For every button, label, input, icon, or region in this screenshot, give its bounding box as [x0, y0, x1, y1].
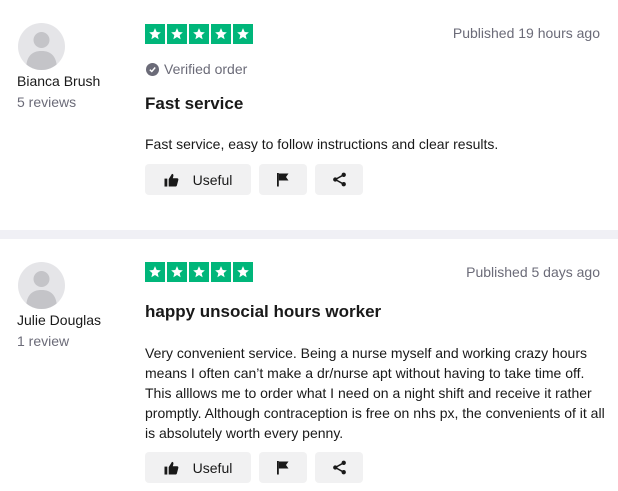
- review-body: Very convenient service. Being a nurse m…: [145, 345, 605, 441]
- avatar-silhouette-icon: [26, 271, 57, 309]
- review-title[interactable]: Fast service: [145, 94, 243, 114]
- share-icon: [332, 172, 346, 187]
- star-icon: [167, 262, 187, 282]
- star-rating: [145, 24, 253, 44]
- avatar[interactable]: [18, 23, 65, 70]
- useful-label: Useful: [192, 171, 233, 188]
- flag-icon: [277, 461, 289, 475]
- star-icon: [211, 262, 231, 282]
- star-icon: [145, 262, 165, 282]
- thumbs-up-icon: [164, 461, 179, 475]
- thumbs-up-icon: [164, 173, 179, 187]
- star-icon: [189, 24, 209, 44]
- reviewer-name[interactable]: Bianca Brush: [17, 73, 100, 89]
- verified-label: Verified order: [164, 61, 248, 77]
- useful-button[interactable]: Useful: [145, 164, 251, 195]
- review-body: Fast service, easy to follow instruction…: [145, 136, 499, 152]
- review-actions: Useful: [145, 452, 363, 483]
- star-icon: [167, 24, 187, 44]
- reviewer-review-count: 1 review: [17, 333, 70, 349]
- verified-badge[interactable]: Verified order: [146, 61, 247, 77]
- avatar-silhouette-icon: [26, 32, 57, 70]
- star-icon: [233, 262, 253, 282]
- star-icon: [145, 24, 165, 44]
- avatar[interactable]: [18, 262, 65, 309]
- flag-icon: [277, 173, 289, 187]
- star-icon: [189, 262, 209, 282]
- star-rating: [145, 262, 253, 282]
- useful-label: Useful: [192, 459, 233, 476]
- published-date: Published 5 days ago: [466, 264, 600, 280]
- verified-check-icon: [146, 62, 159, 76]
- report-button[interactable]: [259, 452, 307, 483]
- star-icon: [211, 24, 231, 44]
- review-card: Bianca Brush 5 reviews Published 19 hour…: [0, 0, 618, 230]
- review-title[interactable]: happy unsocial hours worker: [145, 302, 381, 322]
- reviewer-name[interactable]: Julie Douglas: [17, 312, 101, 328]
- star-icon: [233, 24, 253, 44]
- useful-button[interactable]: Useful: [145, 452, 251, 483]
- review-actions: Useful: [145, 164, 363, 195]
- published-date: Published 19 hours ago: [452, 25, 600, 41]
- share-icon: [332, 460, 346, 475]
- reviewer-review-count: 5 reviews: [17, 94, 77, 110]
- review-divider: [0, 230, 618, 239]
- share-button[interactable]: [315, 164, 363, 195]
- share-button[interactable]: [315, 452, 363, 483]
- review-card: Julie Douglas 1 review Published 5 days …: [0, 239, 618, 491]
- report-button[interactable]: [259, 164, 307, 195]
